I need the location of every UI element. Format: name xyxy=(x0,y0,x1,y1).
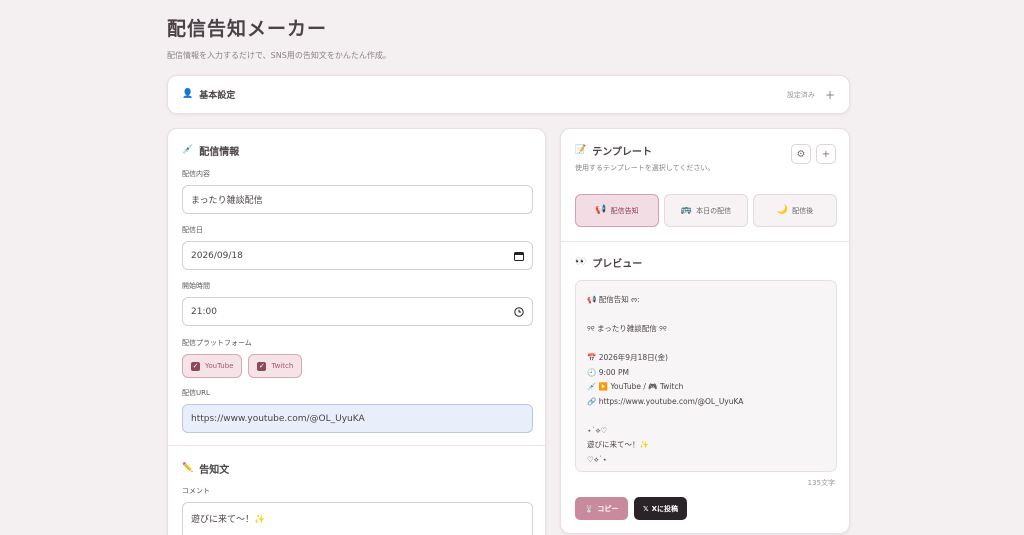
rabbit-icon: 🐰 xyxy=(584,504,594,513)
youtube-checkbox[interactable]: ✓ YouTube xyxy=(182,354,243,378)
bus-icon: 🚌 xyxy=(680,205,693,215)
twitch-checkbox[interactable]: ✓ Twitch xyxy=(248,354,303,378)
preview-line: 🔗 https://www.youtube.com/@OL_UyuKA xyxy=(587,396,744,406)
syringe-icon: 💉 xyxy=(182,145,194,155)
memo-icon: 📝 xyxy=(575,145,587,155)
template-heading: 📝 テンプレート xyxy=(575,143,714,159)
basic-settings-panel[interactable]: 👤 基本設定 設定済み + xyxy=(167,75,850,114)
gear-icon: ⚙ xyxy=(796,148,806,160)
url-input[interactable]: https://www.youtube.com/@OL_UyuKA xyxy=(182,404,533,433)
app-header: 配信告知メーカー 配信情報を入力するだけで、SNS用の告知文をかんたん作成。 xyxy=(167,14,391,61)
preview-line xyxy=(587,409,825,424)
stream-info-heading: 💉 配信情報 xyxy=(182,143,240,159)
checkbox-checked-icon: ✓ xyxy=(191,361,200,371)
date-input[interactable]: 2026/09/18 xyxy=(182,241,533,270)
template-add-button[interactable]: + xyxy=(816,144,836,164)
template-settings-button[interactable]: ⚙ xyxy=(791,144,811,164)
time-input[interactable]: 21:00 xyxy=(182,297,533,326)
template-after-label: 配信後 xyxy=(792,206,814,215)
time-label: 開始時間 xyxy=(182,282,210,290)
x-logo-icon: 𝕏 xyxy=(642,504,649,513)
page-title: 配信告知メーカー xyxy=(167,18,328,40)
preview-heading: 👀 プレビュー xyxy=(575,255,643,271)
platform-label: 配信プラットフォーム xyxy=(182,339,252,347)
content-label: 配信内容 xyxy=(182,170,210,178)
moon-icon: 🌙 xyxy=(776,205,789,215)
content-value: まったり雑談配信 xyxy=(191,196,263,206)
template-announce-label: 配信告知 xyxy=(610,206,639,215)
time-value: 21:00 xyxy=(191,306,217,317)
preview-text-box: 📢 配信告知 ო: ୨୧ まったり雑談配信 ୨୧ 📅 2026年9月18日(金)… xyxy=(575,280,837,472)
template-title: テンプレート xyxy=(592,147,652,158)
template-announce-button[interactable]: 📢 配信告知 xyxy=(575,194,659,227)
preview-line: 🕘 9:00 PM xyxy=(587,367,629,377)
stream-info-card: 💉 配信情報 配信内容 まったり雑談配信 配信日 2026/09/18 開始時間… xyxy=(167,128,546,535)
settings-status: 設定済み xyxy=(786,90,815,99)
preview-line xyxy=(587,337,825,352)
announcement-title: 告知文 xyxy=(199,465,230,476)
section-divider xyxy=(168,445,545,446)
copy-button[interactable]: 🐰 コピー xyxy=(575,497,628,520)
megaphone-icon: 📢 xyxy=(595,205,607,215)
template-today-label: 本日の配信 xyxy=(696,206,732,215)
template-options: 📢 配信告知 🚌 本日の配信 🌙 配信後 xyxy=(575,194,837,227)
preview-line: ୨୧ まったり雑談配信 ୨୧ xyxy=(587,324,667,333)
user-icon: 👤 xyxy=(182,89,194,99)
announcement-heading: ✏️ 告知文 xyxy=(182,461,230,477)
clock-icon[interactable] xyxy=(514,306,524,317)
preview-line xyxy=(587,308,825,323)
preview-line: 📢 配信告知 ო: xyxy=(587,295,640,304)
plus-icon: + xyxy=(821,148,831,160)
calendar-icon[interactable] xyxy=(514,251,524,261)
stream-info-title: 配信情報 xyxy=(199,147,240,158)
eyes-icon: 👀 xyxy=(575,257,587,267)
post-to-x-button[interactable]: 𝕏 Xに投稿 xyxy=(634,497,687,520)
checkbox-checked-icon: ✓ xyxy=(257,361,267,371)
url-label: 配信URL xyxy=(182,389,210,397)
template-subtitle: 使用するテンプレートを選択してください。 xyxy=(575,164,715,172)
preview-title: プレビュー xyxy=(592,259,643,270)
char-count: 135文字 xyxy=(807,479,835,487)
preview-line: 📅 2026年9月18日(金) xyxy=(587,353,668,362)
youtube-label: YouTube xyxy=(205,362,234,370)
expand-icon[interactable]: + xyxy=(825,88,835,102)
preview-line: ⋆˙⟡♡ xyxy=(587,425,608,435)
preview-line: 💉 ▶️ YouTube / 🎮 Twitch xyxy=(587,382,684,391)
template-today-button[interactable]: 🚌 本日の配信 xyxy=(664,194,748,227)
post-to-x-label: Xに投稿 xyxy=(651,504,679,513)
section-divider xyxy=(561,241,849,242)
date-value: 2026/09/18 xyxy=(191,250,243,261)
pencil-icon: ✏️ xyxy=(182,463,194,473)
comment-value: 遊びに来て〜！✨ xyxy=(191,515,266,525)
template-after-button[interactable]: 🌙 配信後 xyxy=(753,194,837,227)
comment-label: コメント xyxy=(182,487,210,495)
preview-line: 遊びに来て〜！✨ xyxy=(587,440,649,449)
copy-label: コピー xyxy=(597,504,619,513)
basic-settings-title: 基本設定 xyxy=(199,91,236,101)
url-value: https://www.youtube.com/@OL_UyuKA xyxy=(191,413,365,424)
date-label: 配信日 xyxy=(182,226,203,234)
content-input[interactable]: まったり雑談配信 xyxy=(182,185,533,214)
template-card: 📝 テンプレート 使用するテンプレートを選択してください。 ⚙ + 📢 配信告知… xyxy=(560,128,850,534)
twitch-label: Twitch xyxy=(271,362,294,370)
page-subtitle: 配信情報を入力するだけで、SNS用の告知文をかんたん作成。 xyxy=(167,51,391,60)
comment-textarea[interactable]: 遊びに来て〜！✨ xyxy=(182,502,533,535)
preview-line: ♡⟡˙⋆ xyxy=(587,454,608,464)
